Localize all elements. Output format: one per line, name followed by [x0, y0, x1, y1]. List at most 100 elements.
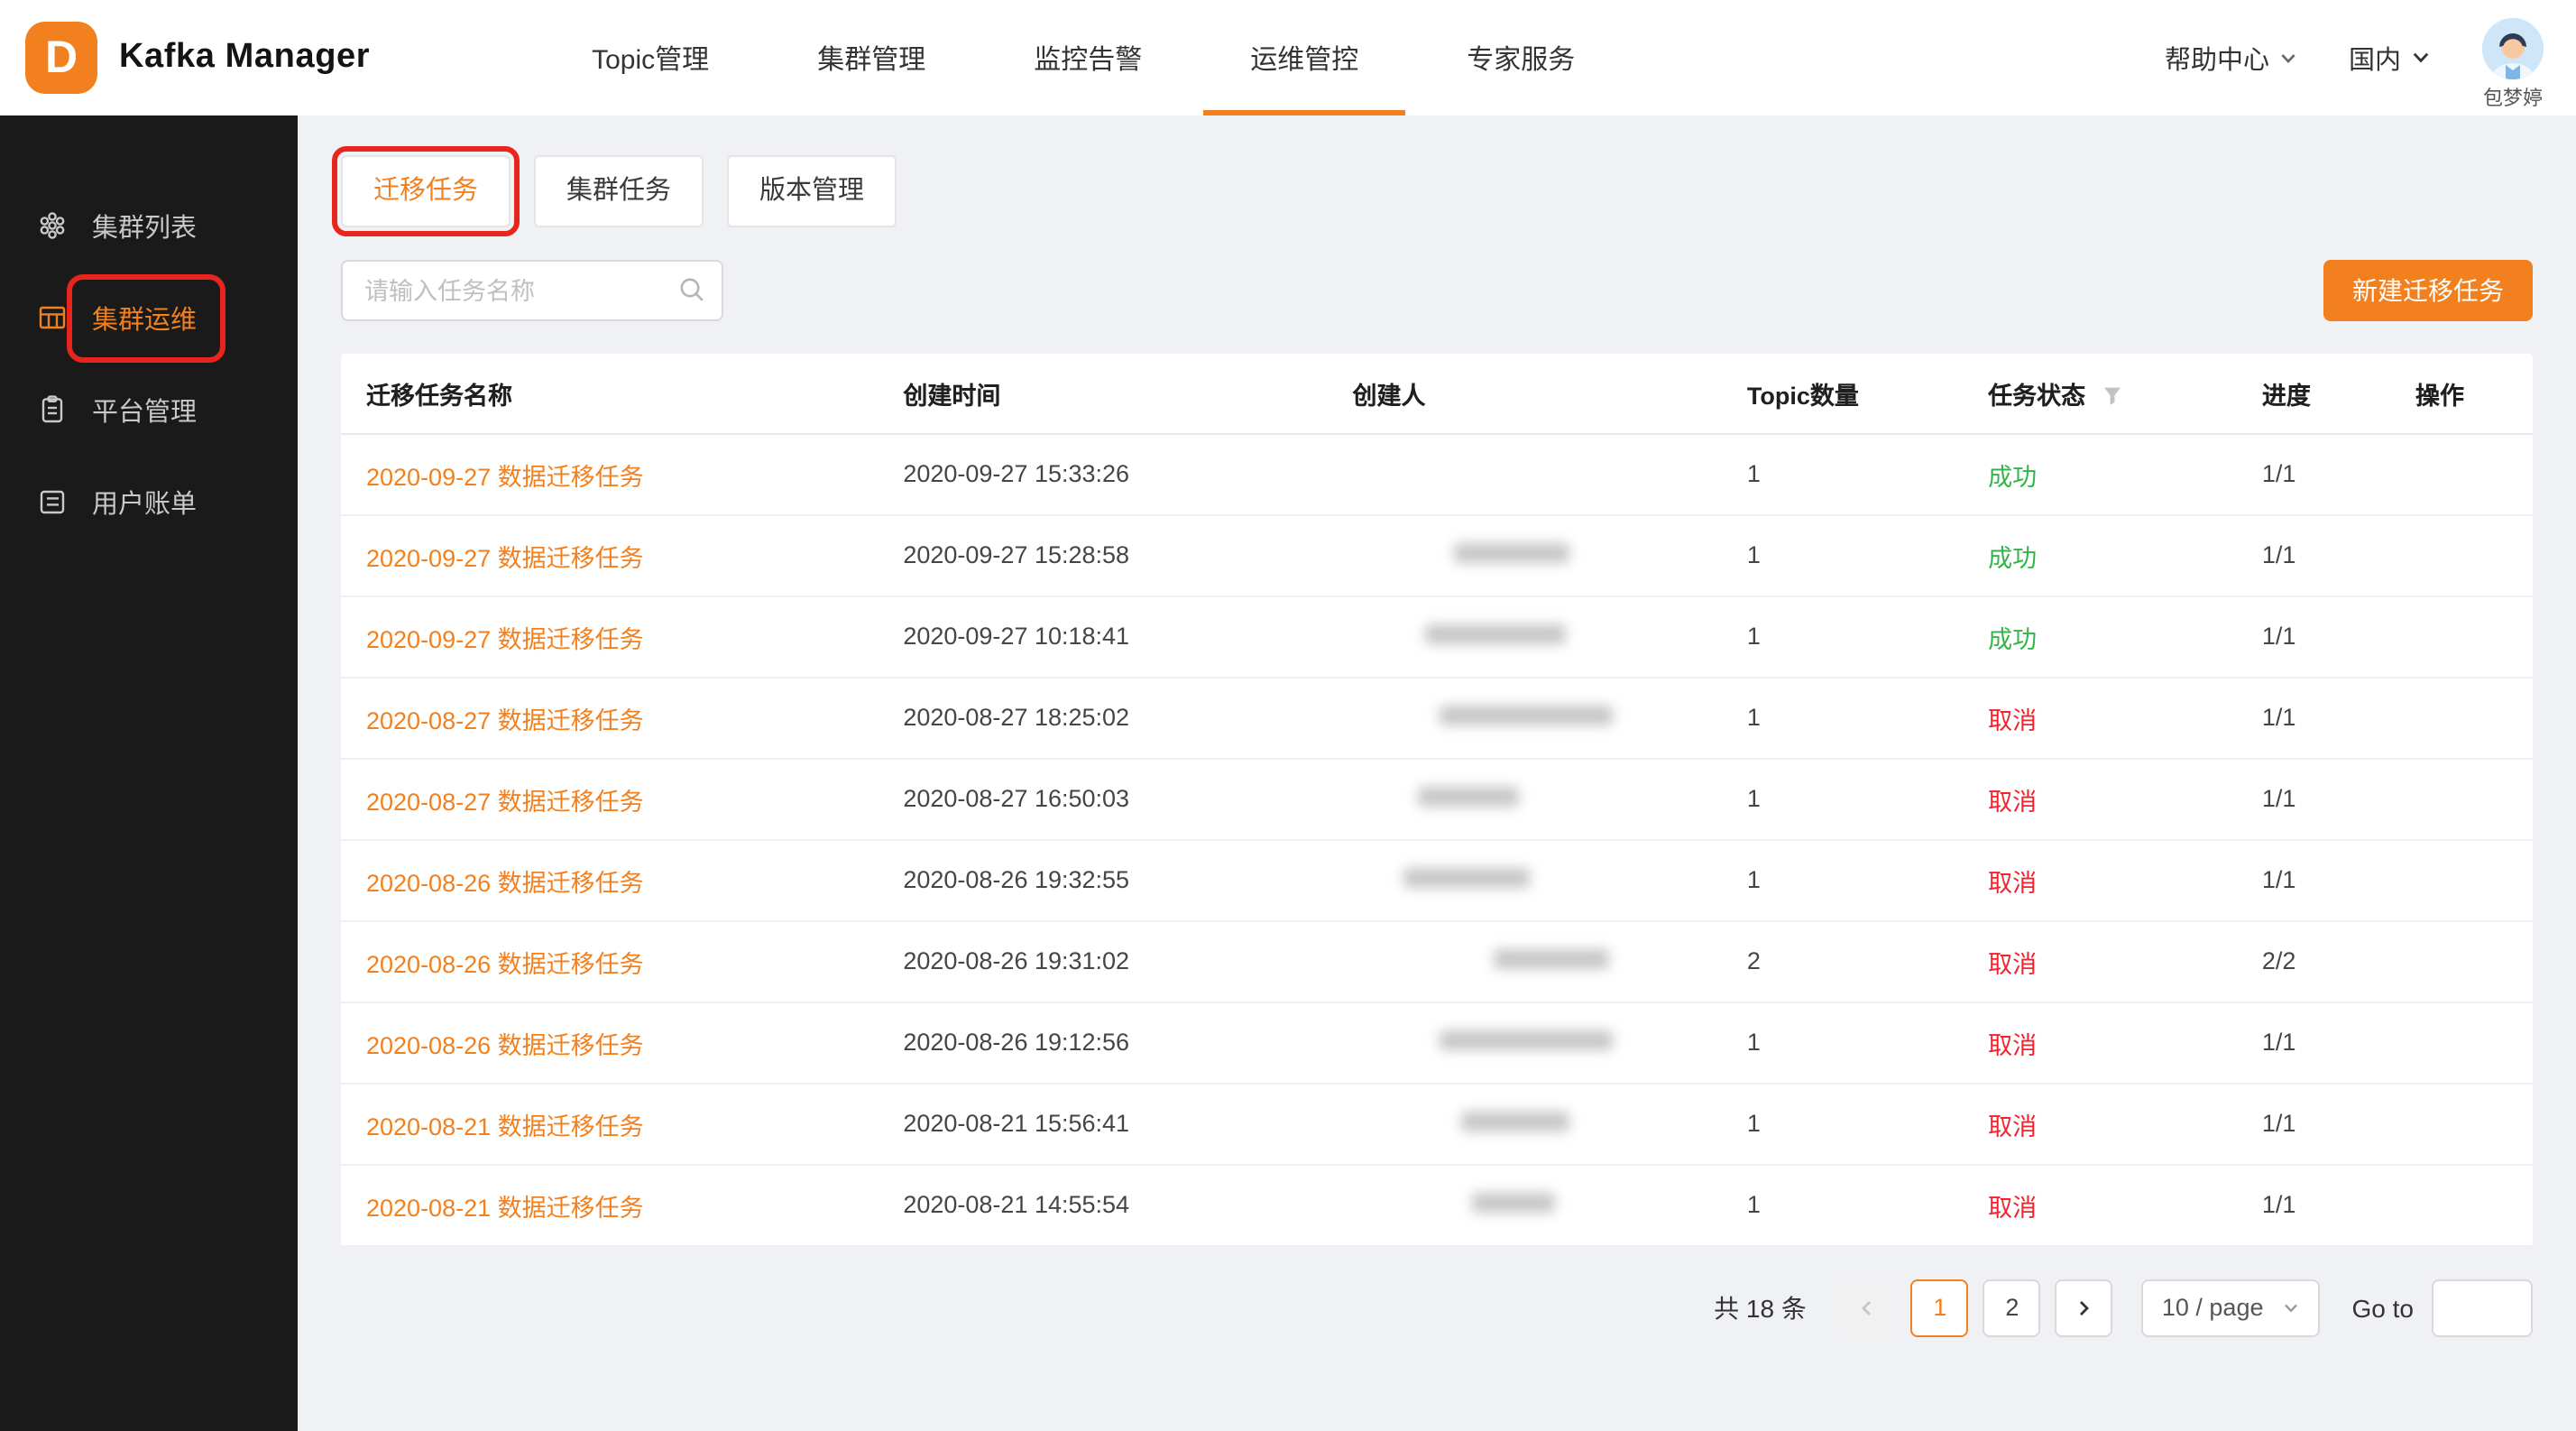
- region-label: 国内: [2349, 39, 2401, 77]
- tab-label: 迁移任务: [373, 177, 478, 206]
- progress-cell: 1/1: [2237, 839, 2390, 920]
- task-name-link[interactable]: 2020-09-27 数据迁移任务: [366, 625, 644, 652]
- status-cell: 取消: [1963, 1083, 2237, 1164]
- tab-cluster-tasks[interactable]: 集群任务: [534, 155, 704, 227]
- page-button-2[interactable]: 2: [1983, 1279, 2041, 1336]
- actions-cell: [2390, 433, 2533, 514]
- platform-icon: [36, 393, 69, 426]
- progress-cell: 1/1: [2237, 1164, 2390, 1245]
- creator-cell: [1327, 677, 1721, 758]
- creator-redacted-text: [1471, 1193, 1554, 1213]
- task-name-link[interactable]: 2020-08-21 数据迁移任务: [366, 1112, 644, 1140]
- task-name-link[interactable]: 2020-08-26 数据迁移任务: [366, 869, 644, 896]
- progress-cell: 1/1: [2237, 514, 2390, 595]
- created-time-cell: 2020-08-27 16:50:03: [878, 758, 1327, 839]
- app-title: Kafka Manager: [119, 38, 370, 78]
- sidebar-item-cluster-ops[interactable]: 集群运维: [0, 276, 298, 359]
- app-window: D Kafka Manager Topic管理 集群管理 监控告警 运维管控 专…: [0, 0, 2576, 1431]
- region-select[interactable]: 国内: [2349, 39, 2432, 77]
- creator-redacted-text: [1403, 868, 1529, 888]
- task-status-badge: 取消: [1988, 788, 2037, 815]
- table-row: 2020-09-27 数据迁移任务2020-09-27 10:18:411成功1…: [341, 595, 2533, 677]
- search-icon[interactable]: [678, 276, 705, 303]
- goto-page-input[interactable]: [2432, 1279, 2533, 1336]
- tab-version-manage[interactable]: 版本管理: [727, 155, 897, 227]
- column-label: 任务状态: [1988, 383, 2085, 410]
- task-name-link[interactable]: 2020-08-27 数据迁移任务: [366, 788, 644, 815]
- progress-cell: 1/1: [2237, 1002, 2390, 1083]
- search-box: [341, 260, 723, 321]
- brand-logo: D: [25, 22, 97, 94]
- task-name-cell: 2020-08-21 数据迁移任务: [341, 1083, 878, 1164]
- topic-count-cell: 1: [1722, 758, 1963, 839]
- creator-cell: [1327, 1083, 1721, 1164]
- help-center-menu[interactable]: 帮助中心: [2165, 39, 2298, 77]
- topic-count-cell: 1: [1722, 1002, 1963, 1083]
- task-status-badge: 成功: [1988, 544, 2037, 571]
- sidebar-item-cluster-list[interactable]: 集群列表: [0, 184, 298, 267]
- task-status-badge: 取消: [1988, 1194, 2037, 1221]
- task-name-cell: 2020-08-27 数据迁移任务: [341, 677, 878, 758]
- cluster-icon: [36, 209, 69, 242]
- creator-cell: [1327, 758, 1721, 839]
- progress-cell: 1/1: [2237, 595, 2390, 677]
- created-time-cell: 2020-08-26 19:12:56: [878, 1002, 1327, 1083]
- user-profile[interactable]: 包梦婷: [2482, 18, 2544, 112]
- col-created-time: 创建时间: [878, 354, 1327, 433]
- page-button-1[interactable]: 1: [1911, 1279, 1969, 1336]
- created-time-cell: 2020-09-27 10:18:41: [878, 595, 1327, 677]
- creator-redacted-text: [1439, 1030, 1612, 1050]
- topic-count-cell: 1: [1722, 514, 1963, 595]
- help-center-label: 帮助中心: [2165, 39, 2269, 77]
- task-name-cell: 2020-08-27 数据迁移任务: [341, 758, 878, 839]
- search-input[interactable]: [341, 260, 723, 321]
- task-status-badge: 取消: [1988, 1112, 2037, 1140]
- actions-cell: [2390, 1083, 2533, 1164]
- table-row: 2020-08-26 数据迁移任务2020-08-26 19:31:022取消2…: [341, 920, 2533, 1002]
- actions-cell: [2390, 758, 2533, 839]
- prev-page-button[interactable]: [1839, 1279, 1897, 1336]
- billing-icon: [36, 485, 69, 518]
- page-size-select[interactable]: 10 / page: [2142, 1279, 2320, 1336]
- task-status-badge: 取消: [1988, 1031, 2037, 1058]
- task-name-link[interactable]: 2020-09-27 数据迁移任务: [366, 544, 644, 571]
- filter-icon[interactable]: [2102, 384, 2123, 406]
- status-cell: 取消: [1963, 677, 2237, 758]
- create-migration-task-button[interactable]: 新建迁移任务: [2323, 260, 2533, 321]
- nav-cluster-manage[interactable]: 集群管理: [808, 0, 934, 115]
- task-name-link[interactable]: 2020-08-26 数据迁移任务: [366, 950, 644, 977]
- status-cell: 成功: [1963, 433, 2237, 514]
- sidebar-item-platform-manage[interactable]: 平台管理: [0, 368, 298, 451]
- created-time-cell: 2020-08-27 18:25:02: [878, 677, 1327, 758]
- table-row: 2020-08-21 数据迁移任务2020-08-21 15:56:411取消1…: [341, 1083, 2533, 1164]
- column-label: 迁移任务名称: [366, 383, 512, 410]
- col-creator: 创建人: [1327, 354, 1721, 433]
- topic-count-cell: 1: [1722, 677, 1963, 758]
- task-name-link[interactable]: 2020-08-27 数据迁移任务: [366, 706, 644, 734]
- creator-cell: [1327, 839, 1721, 920]
- avatar[interactable]: [2482, 18, 2544, 79]
- nav-expert-service[interactable]: 专家服务: [1458, 0, 1584, 115]
- nav-ops-control[interactable]: 运维管控: [1241, 0, 1367, 115]
- task-name-cell: 2020-08-26 数据迁移任务: [341, 920, 878, 1002]
- toolbar: 新建迁移任务: [341, 260, 2533, 321]
- progress-cell: 1/1: [2237, 758, 2390, 839]
- task-name-link[interactable]: 2020-09-27 数据迁移任务: [366, 463, 644, 490]
- tab-migration-tasks[interactable]: 迁移任务: [341, 155, 511, 227]
- chevron-down-icon: [2278, 48, 2298, 68]
- status-cell: 取消: [1963, 1164, 2237, 1245]
- header-right: 帮助中心 国内 包梦婷: [2165, 4, 2544, 112]
- nav-monitor-alert[interactable]: 监控告警: [1025, 0, 1151, 115]
- next-page-button[interactable]: [2056, 1279, 2113, 1336]
- actions-cell: [2390, 920, 2533, 1002]
- column-label: 操作: [2415, 383, 2464, 410]
- task-name-link[interactable]: 2020-08-26 数据迁移任务: [366, 1031, 644, 1058]
- table-row: 2020-08-27 数据迁移任务2020-08-27 18:25:021取消1…: [341, 677, 2533, 758]
- task-name-link[interactable]: 2020-08-21 数据迁移任务: [366, 1194, 644, 1221]
- goto-label: Go to: [2352, 1293, 2415, 1322]
- sidebar-item-user-billing[interactable]: 用户账单: [0, 460, 298, 543]
- sidebar-item-label: 平台管理: [92, 391, 197, 429]
- nav-topic-manage[interactable]: Topic管理: [583, 0, 718, 115]
- table-row: 2020-09-27 数据迁移任务2020-09-27 15:28:581成功1…: [341, 514, 2533, 595]
- creator-redacted-text: [1417, 787, 1518, 807]
